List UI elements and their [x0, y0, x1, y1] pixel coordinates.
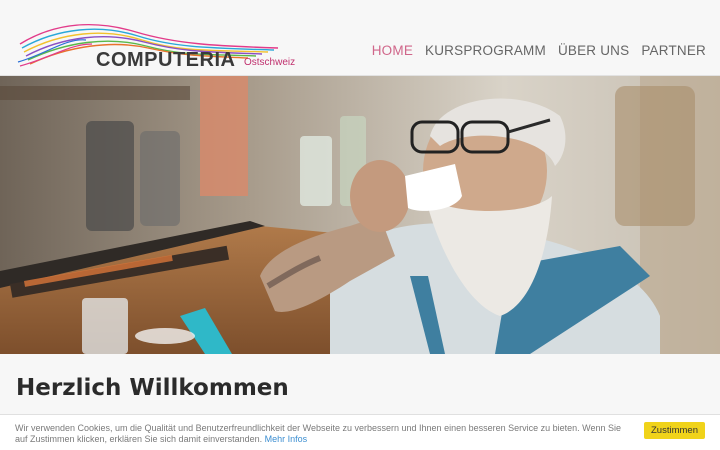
logo-subtitle: Ostschweiz [244, 57, 296, 68]
cookie-message: Wir verwenden Cookies, um die Qualität u… [15, 423, 635, 445]
page-title: Herzlich Willkommen [16, 375, 289, 401]
hero-image [0, 76, 720, 354]
cookie-banner: Wir verwenden Cookies, um die Qualität u… [0, 414, 720, 450]
computeria-logo[interactable]: COMPUTERIA Ostschweiz [16, 18, 306, 74]
nav-item-home[interactable]: HOME [372, 43, 413, 58]
accept-cookies-button[interactable]: Zustimmen [644, 422, 705, 439]
hero-photo-illustration [0, 76, 720, 354]
nav-item-partner[interactable]: PARTNER [641, 43, 706, 58]
cookie-text: Wir verwenden Cookies, um die Qualität u… [15, 423, 622, 444]
main-nav: HOME KURSPROGRAMM ÜBER UNS PARTNER [372, 43, 706, 58]
site-header: COMPUTERIA Ostschweiz HOME KURSPROGRAMM … [0, 0, 720, 76]
nav-item-ueber-uns[interactable]: ÜBER UNS [558, 43, 629, 58]
more-info-link[interactable]: Mehr Infos [265, 434, 308, 444]
logo-text: COMPUTERIA [96, 49, 236, 71]
nav-item-kursprogramm[interactable]: KURSPROGRAMM [425, 43, 546, 58]
